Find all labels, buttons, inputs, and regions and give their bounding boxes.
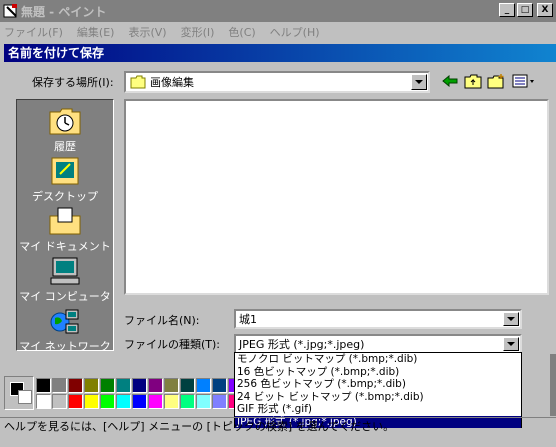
palette-color-swatch[interactable]: [68, 378, 83, 393]
place-label: マイ ドキュメント: [19, 240, 111, 253]
palette-color-swatch[interactable]: [212, 394, 227, 409]
palette-color-swatch[interactable]: [196, 394, 211, 409]
view-menu-icon: [512, 74, 534, 88]
close-button[interactable]: X: [537, 3, 553, 17]
palette-color-swatch[interactable]: [100, 394, 115, 409]
palette-color-swatch[interactable]: [180, 378, 195, 393]
menu-image[interactable]: 変形(I): [181, 24, 215, 40]
file-list[interactable]: [124, 99, 549, 295]
palette-color-swatch[interactable]: [52, 378, 67, 393]
window-bottom-edge: [0, 437, 556, 447]
filename-field[interactable]: 城1: [234, 309, 522, 329]
palette-color-swatch[interactable]: [212, 378, 227, 393]
history-icon: [49, 108, 81, 135]
status-bar: ヘルプを見るには、[ヘルプ] メニューの [トピックの検索] を選んでください。: [0, 417, 556, 437]
background-color-swatch[interactable]: [18, 390, 32, 404]
palette-color-swatch[interactable]: [132, 394, 147, 409]
place-label: マイ ネットワーク: [19, 340, 111, 353]
back-button[interactable]: [440, 72, 460, 90]
place-history[interactable]: 履歴: [17, 106, 113, 154]
filetype-option[interactable]: モノクロ ビットマップ (*.bmp;*.dib): [235, 353, 521, 366]
place-my-documents[interactable]: マイ ドキュメント: [17, 206, 113, 254]
palette-color-swatch[interactable]: [116, 394, 131, 409]
menu-file[interactable]: ファイル(F): [4, 24, 63, 40]
folder-icon: [130, 75, 146, 89]
paint-window-title: 無題 - ペイント: [21, 4, 107, 19]
palette-color-swatch[interactable]: [52, 394, 67, 409]
filename-value: 城1: [239, 313, 257, 326]
canvas-edge: [550, 354, 556, 416]
chevron-down-icon[interactable]: [503, 312, 519, 326]
palette-color-swatch[interactable]: [164, 378, 179, 393]
menu-edit[interactable]: 編集(E): [77, 24, 115, 40]
palette-color-swatch[interactable]: [84, 394, 99, 409]
my-network-icon: [50, 309, 79, 334]
back-arrow-icon: [442, 75, 458, 87]
palette-color-swatch[interactable]: [36, 378, 51, 393]
palette-color-swatch[interactable]: [132, 378, 147, 393]
places-bar: 履歴 デスクトップ マイ ドキュメント マイ コンピュータ マイ ネットワーク: [16, 99, 114, 354]
menu-help[interactable]: ヘルプ(H): [270, 24, 320, 40]
up-folder-button[interactable]: [463, 72, 483, 90]
desktop-icon: [51, 157, 79, 185]
save-in-value: 画像編集: [150, 76, 194, 89]
minimize-button[interactable]: _: [499, 3, 515, 17]
filename-label: ファイル名(N):: [124, 314, 200, 327]
palette-color-swatch[interactable]: [116, 378, 131, 393]
filetype-option[interactable]: 24 ビット ビットマップ (*.bmp;*.dib): [235, 391, 521, 404]
save-as-dialog: 名前を付けて保存 保存する場所(I): 画像編集 履歴 デスクトップ マイ ドキ…: [0, 42, 556, 354]
save-in-combo[interactable]: 画像編集: [124, 71, 430, 93]
my-computer-icon: [50, 257, 80, 285]
my-documents-icon: [49, 207, 81, 235]
filetype-option[interactable]: GIF 形式 (*.gif): [235, 403, 521, 416]
chevron-down-icon[interactable]: [411, 74, 427, 90]
palette-color-swatch[interactable]: [148, 394, 163, 409]
place-my-computer[interactable]: マイ コンピュータ: [17, 256, 113, 304]
palette-color-swatch[interactable]: [36, 394, 51, 409]
up-folder-icon: [464, 74, 482, 89]
save-in-label: 保存する場所(I):: [32, 76, 114, 89]
palette-color-swatch[interactable]: [84, 378, 99, 393]
palette-color-swatch[interactable]: [100, 378, 115, 393]
place-my-network[interactable]: マイ ネットワーク: [17, 306, 113, 354]
view-menu-button[interactable]: [511, 72, 537, 90]
place-label: 履歴: [54, 140, 76, 153]
palette-color-swatch[interactable]: [164, 394, 179, 409]
paint-title-bar: 無題 - ペイント _ □ X: [0, 0, 556, 22]
dialog-title: 名前を付けて保存: [4, 44, 556, 62]
maximize-button[interactable]: □: [517, 3, 533, 17]
new-folder-button[interactable]: [486, 72, 506, 90]
menu-colors[interactable]: 色(C): [228, 24, 255, 40]
palette-color-swatch[interactable]: [180, 394, 195, 409]
filetype-combo[interactable]: JPEG 形式 (*.jpg;*.jpeg): [234, 334, 522, 354]
filetype-label: ファイルの種類(T):: [124, 338, 221, 351]
place-label: デスクトップ: [32, 190, 98, 203]
palette-color-swatch[interactable]: [68, 394, 83, 409]
place-label: マイ コンピュータ: [19, 290, 111, 303]
filetype-option[interactable]: 16 色ビットマップ (*.bmp;*.dib): [235, 366, 521, 379]
palette-color-swatch[interactable]: [196, 378, 211, 393]
filetype-value: JPEG 形式 (*.jpg;*.jpeg): [239, 338, 365, 351]
filetype-option[interactable]: 256 色ビットマップ (*.bmp;*.dib): [235, 378, 521, 391]
palette-color-swatch[interactable]: [148, 378, 163, 393]
place-desktop[interactable]: デスクトップ: [17, 156, 113, 204]
paint-app-icon: [3, 4, 17, 18]
chevron-down-icon[interactable]: [503, 337, 519, 351]
menu-view[interactable]: 表示(V): [128, 24, 166, 40]
new-folder-icon: [487, 74, 504, 89]
menu-bar: ファイル(F) 編集(E) 表示(V) 変形(I) 色(C) ヘルプ(H): [0, 22, 556, 42]
